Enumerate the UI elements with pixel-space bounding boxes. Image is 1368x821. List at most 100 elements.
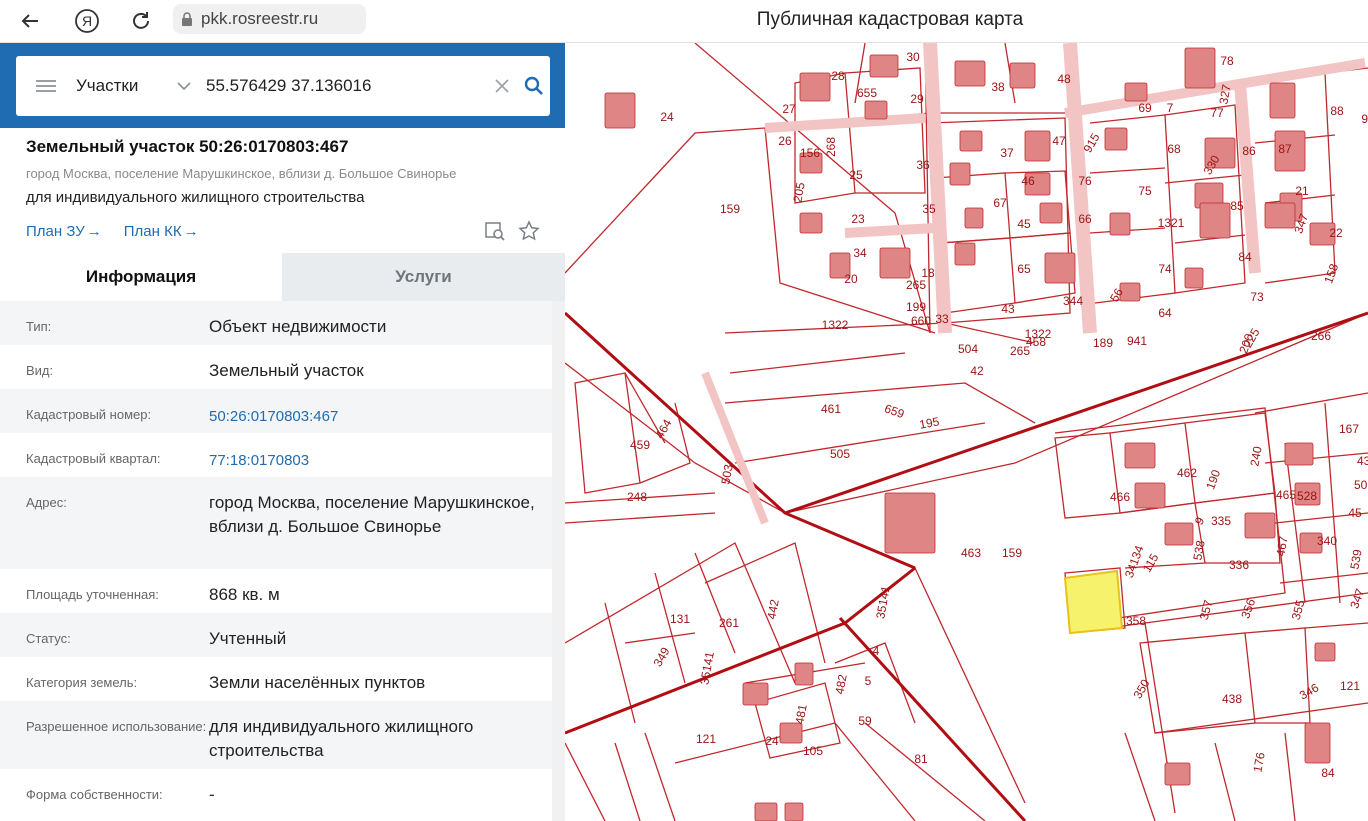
parcel-number-label: 458: [1026, 335, 1046, 349]
parcel-number-label: 121: [696, 732, 716, 746]
browser-toolbar: Я pkk.rosreestr.ru Публичная кадастровая…: [0, 0, 1368, 43]
plan-zu-label[interactable]: План ЗУ: [26, 223, 85, 240]
parcel-number-label: 76: [1078, 174, 1092, 188]
plan-zu-link[interactable]: План ЗУ →: [26, 223, 102, 240]
star-icon[interactable]: [518, 220, 540, 247]
parcel-number-label: 29: [910, 92, 924, 106]
chevron-down-icon[interactable]: [168, 82, 200, 90]
parcel-boundary: [729, 352, 986, 464]
parcel-number-label: 346: [1297, 680, 1322, 702]
parcel-number-label: 35141: [697, 650, 717, 686]
back-arrow-icon[interactable]: [15, 6, 45, 36]
parcel-number-label: 539: [1347, 548, 1364, 570]
parcel-number-label: 195: [918, 414, 940, 431]
building: [799, 72, 831, 102]
parcel-boundary: [574, 372, 641, 494]
parcel-boundary: [624, 632, 696, 644]
info-value: для индивидуального жилищного строительс…: [209, 717, 474, 760]
clear-icon[interactable]: [486, 66, 518, 106]
object-use: для индивидуального жилищного строительс…: [26, 189, 365, 206]
building: [1314, 642, 1336, 662]
parcel-boundary: [1154, 702, 1368, 734]
parcel-number-label: 266: [1311, 329, 1331, 343]
parcel-number-label: 45: [1017, 217, 1031, 231]
parcel-number-label: 205: [790, 181, 807, 203]
map-search-icon[interactable]: [484, 220, 506, 247]
parcel-boundary: [864, 722, 986, 821]
reload-icon[interactable]: [126, 6, 156, 36]
parcel-number-label: 68: [1167, 142, 1181, 156]
info-table: Тип: Объект недвижимости Вид: Земельный …: [0, 301, 552, 813]
building: [1244, 512, 1276, 539]
parcel-number-label: 261: [719, 616, 739, 630]
info-row: Тип: Объект недвижимости: [0, 301, 552, 345]
parcel-number-label: 84: [1238, 250, 1252, 264]
parcel-number-label: 69: [1138, 101, 1152, 115]
info-row: Форма собственности: -: [0, 769, 552, 813]
url-text[interactable]: pkk.rosreestr.ru: [201, 9, 318, 29]
tab-services[interactable]: Услуги: [282, 253, 565, 301]
address-bar[interactable]: pkk.rosreestr.ru: [173, 4, 366, 34]
plan-kk-label[interactable]: План КК: [124, 223, 182, 240]
parcel-boundary: [1124, 732, 1156, 821]
building: [742, 682, 769, 706]
search-icon[interactable]: [518, 66, 550, 106]
road-line: [565, 311, 916, 570]
parcel-number-label: 464: [652, 417, 674, 442]
road-line: [784, 311, 1368, 515]
building: [1184, 47, 1216, 89]
info-value: Объект недвижимости: [209, 317, 387, 336]
cadastral-quarter-link[interactable]: 77:18:0170803: [209, 433, 552, 477]
parcel-number-label: 77: [1210, 106, 1224, 120]
parcel-number-label: 660: [911, 314, 931, 328]
building: [604, 92, 636, 129]
search-type-select[interactable]: Участки: [76, 76, 168, 96]
cadastral-map[interactable]: 3048387832710028655296977788994032726268…: [565, 43, 1368, 821]
building: [1284, 442, 1314, 466]
plan-kk-link[interactable]: План КК →: [124, 223, 199, 240]
yandex-icon[interactable]: Я: [72, 6, 102, 36]
parcel-number-label: 87: [1278, 142, 1292, 156]
info-row: Площадь уточненная: 868 кв. м: [0, 569, 552, 613]
parcel-number-label: 462: [1177, 466, 1197, 480]
building: [1009, 62, 1036, 89]
parcel-number-label: 340: [1317, 534, 1337, 548]
building: [1269, 82, 1296, 119]
info-row: Категория земель: Земли населённых пункт…: [0, 657, 552, 701]
map-canvas[interactable]: 3048387832710028655296977788994032726268…: [565, 43, 1368, 821]
info-value: 868 кв. м: [209, 585, 280, 604]
info-row: Разрешенное использование: для индивидуа…: [0, 701, 552, 769]
info-value: Земельный участок: [209, 361, 364, 380]
parcel-number-label: 481: [792, 703, 809, 725]
building: [1044, 252, 1076, 284]
parcel-number-label: 159: [720, 202, 740, 216]
building: [954, 60, 986, 87]
info-row: Кадастровый номер: 50:26:0170803:467: [0, 389, 552, 433]
parcel-number-label: 35141: [873, 584, 893, 620]
cadastral-number-link[interactable]: 50:26:0170803:467: [209, 389, 552, 433]
parcel-number-label: 36: [916, 158, 930, 172]
parcel-number-label: 67: [993, 196, 1007, 210]
parcel-number-label: 25: [849, 168, 863, 182]
info-value: Учтенный: [209, 629, 287, 648]
parcel-number-label: 336: [1229, 558, 1249, 572]
info-value: -: [209, 785, 215, 804]
parcel-number-label: 265: [906, 278, 926, 292]
menu-icon[interactable]: [16, 56, 76, 116]
panel-scrollbar[interactable]: [552, 301, 565, 821]
parcel-number-label: 159: [1002, 546, 1022, 560]
parcel-boundary: [704, 542, 826, 664]
search-input[interactable]: 55.576429 37.136016: [200, 76, 486, 96]
tab-info[interactable]: Информация: [0, 253, 282, 301]
info-key: Кадастровый квартал:: [26, 451, 161, 466]
parcel-number-label: 46: [1021, 174, 1035, 188]
parcel-number-label: 655: [857, 86, 877, 100]
info-panel: Участки 55.576429 37.136016 Земельный уч…: [0, 43, 565, 821]
parcel-boundary: [724, 322, 1036, 344]
info-key: Тип:: [26, 319, 52, 334]
parcel-number-label: 99: [1361, 112, 1368, 126]
parcel-number-label: 81: [914, 752, 928, 766]
parcel-boundary: [565, 742, 606, 821]
parcel-boundary: [604, 602, 636, 724]
parcel-number-label: 37: [1000, 146, 1014, 160]
